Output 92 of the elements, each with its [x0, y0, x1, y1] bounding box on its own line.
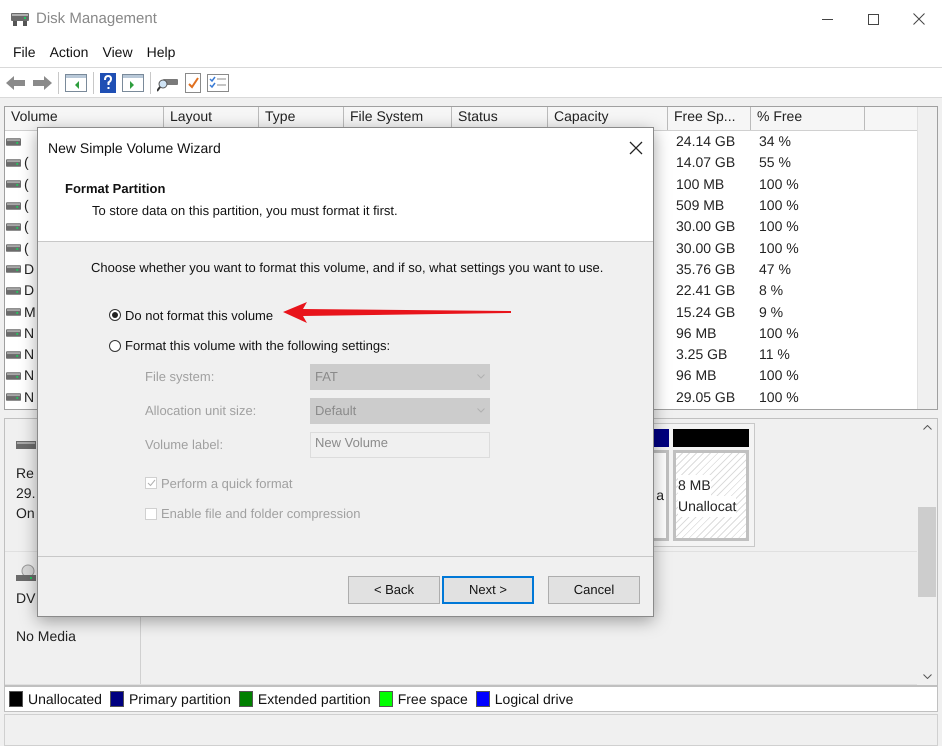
percent-free-cell: 8 % — [759, 282, 784, 298]
volume-name: ( — [24, 153, 29, 172]
dialog-button[interactable]: Cancel — [548, 576, 640, 604]
dialog-title: New Simple Volume Wizard — [48, 138, 221, 158]
chevron-icon — [477, 374, 485, 379]
checked-document-icon[interactable] — [185, 72, 201, 92]
radio-option[interactable]: Format this volume with the following settings: — [109, 336, 653, 356]
close-icon[interactable] — [629, 141, 643, 155]
percent-free-cell: 11 % — [759, 346, 790, 362]
maximize-icon — [868, 14, 878, 24]
column-header[interactable]: % Free — [751, 107, 865, 130]
free-space-cell: 100 MB — [676, 176, 724, 192]
volume-name: ( — [24, 196, 29, 216]
scroll-up-icon[interactable] — [922, 425, 932, 430]
legend-label: Free space — [398, 690, 468, 709]
back-arrow-icon[interactable] — [6, 74, 26, 90]
legend-label: Logical drive — [494, 690, 574, 709]
action-pane-icon[interactable] — [122, 74, 144, 92]
menu-item[interactable]: Action — [42, 42, 96, 63]
percent-free-cell: 100 % — [759, 324, 799, 341]
menu-item[interactable]: File — [6, 42, 43, 63]
percent-free-cell: 100 % — [759, 240, 799, 256]
column-header[interactable]: Free Sp... — [668, 107, 751, 130]
legend-label: Extended partition — [258, 690, 371, 709]
percent-free-cell: 9 % — [759, 304, 784, 320]
disk-status: No Media — [16, 627, 77, 646]
volume-name: N — [24, 345, 34, 364]
percent-free-cell: 100 % — [759, 176, 799, 192]
percent-free-cell: 100 % — [759, 197, 799, 214]
free-space-cell: 30.00 GB — [676, 240, 736, 256]
percent-free-cell: 100 % — [759, 367, 799, 384]
partition-size: 8 MB — [678, 474, 711, 496]
disk-size: 29. — [16, 484, 36, 503]
help-icon[interactable] — [100, 72, 116, 92]
volume-name: D — [24, 260, 34, 279]
volume-name: M — [24, 302, 36, 322]
field-label: Allocation unit size: — [145, 402, 258, 420]
free-space-cell: 3.25 GB — [676, 346, 728, 362]
page-subheading: To store data on this partition, you must format it first. — [91, 202, 399, 220]
field-label: Volume label: — [145, 436, 224, 454]
legend-label: Primary partition — [128, 690, 231, 709]
menu-item[interactable]: Help — [140, 42, 182, 63]
partition-label: Unallocat — [678, 496, 736, 516]
free-space-cell: 22.41 GB — [676, 282, 736, 298]
free-space-cell: 14.07 GB — [676, 154, 736, 170]
console-tree-icon[interactable] — [65, 74, 87, 92]
free-space-cell: 15.24 GB — [676, 304, 736, 320]
menu-item[interactable]: View — [95, 42, 140, 63]
percent-free-cell: 34 % — [759, 133, 791, 150]
volume-name: N — [24, 324, 34, 343]
free-space-cell: 96 MB — [676, 367, 716, 384]
volume-name: ( — [24, 217, 29, 236]
scrollbar[interactable] — [917, 107, 937, 409]
page-heading: Format Partition — [65, 180, 166, 198]
free-space-cell: 24.14 GB — [676, 133, 736, 150]
dialog-button[interactable]: Next > — [442, 576, 534, 604]
column-header[interactable]: Volume — [5, 107, 164, 130]
checkmark-icon — [146, 479, 156, 488]
window-title: Disk Management — [36, 8, 157, 29]
percent-free-cell: 100 % — [759, 388, 799, 405]
free-space-cell: 35.76 GB — [676, 260, 736, 277]
instructions-text: Choose whether you want to format this volume, and if so, what settings you want to use. — [91, 259, 604, 277]
free-space-cell: 29.05 GB — [676, 388, 736, 405]
free-space-cell: 509 MB — [676, 197, 724, 214]
scroll-down-icon[interactable] — [922, 674, 932, 679]
radio-option[interactable]: Do not format this volume — [109, 306, 653, 325]
field-label: File system: — [145, 368, 216, 386]
percent-free-cell: 100 % — [759, 218, 799, 234]
free-space-cell: 30.00 GB — [676, 218, 736, 234]
optical-drive-icon — [16, 564, 36, 582]
drive-icon — [10, 11, 30, 27]
close-icon — [913, 13, 925, 25]
percent-free-cell: 55 % — [759, 154, 791, 170]
volume-name: N — [24, 366, 34, 386]
disk-name: Re — [16, 464, 35, 483]
legend-label: Unallocated — [28, 690, 102, 708]
percent-free-cell: 47 % — [759, 260, 791, 277]
dialog-button[interactable]: < Back — [348, 576, 440, 604]
volume-name: ( — [24, 238, 29, 258]
forward-arrow-icon[interactable] — [32, 74, 52, 90]
checklist-icon[interactable] — [207, 74, 229, 92]
disk-status: On — [16, 504, 36, 523]
volume-name: N — [24, 388, 34, 407]
scroll-thumb[interactable] — [918, 507, 936, 597]
minimize-icon — [822, 18, 832, 20]
unallocated-block[interactable]: 8 MB Unallocat — [673, 450, 749, 541]
volume-name: D — [24, 281, 34, 300]
chevron-icon — [477, 408, 485, 413]
free-space-cell: 96 MB — [676, 324, 716, 341]
disk-name: DV — [16, 589, 36, 608]
partition-label: a — [656, 486, 664, 505]
volume-name: ( — [24, 174, 29, 194]
